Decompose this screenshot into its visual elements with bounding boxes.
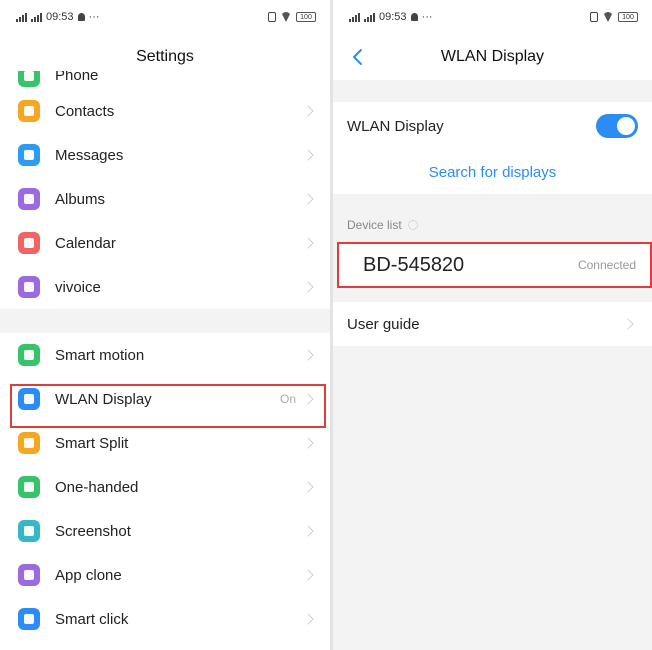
toggle-label: WLAN Display [347,117,444,135]
vibrate-icon [590,12,598,22]
wlan-display-screen: 09:53 ··· 100 WLAN Display WLAN Display … [333,0,652,650]
list-item-calendar[interactable]: Calendar [0,221,330,265]
chevron-right-icon [302,569,314,581]
notification-icon [77,13,85,21]
wifi-icon [281,12,291,22]
device-list-label: Device list [347,218,402,232]
chevron-right-icon [302,393,314,405]
loading-spinner-icon [407,220,418,230]
chevron-right-icon [302,281,314,293]
list-item-label: Smart click [55,610,129,628]
phone-icon [18,71,40,87]
list-item-label: Phone [55,71,99,84]
status-time: 09:53 [379,11,407,23]
chevron-right-icon [302,437,314,449]
signal-icon [31,12,42,22]
battery-icon: 100 [618,12,638,22]
status-bar: 09:53 ··· 100 [0,0,330,34]
device-status: Connected [577,258,636,272]
screenshot-icon [18,520,40,542]
wlan-display-icon [18,388,40,410]
list-item-screenshot[interactable]: Screenshot [0,509,330,553]
list-item-label: Calendar [55,234,116,252]
chevron-right-icon [302,525,314,537]
more-notifications-icon: ··· [88,11,100,23]
search-displays-link[interactable]: Search for displays [429,164,557,181]
list-item-label: Contacts [55,102,115,120]
calendar-icon [18,232,40,254]
page-title: Settings [136,48,194,65]
list-item-contacts[interactable]: Contacts [0,89,330,133]
app-clone-icon [18,564,40,586]
messages-icon [18,144,40,166]
vibrate-icon [268,12,276,22]
list-item-phone[interactable]: Phone [0,71,330,89]
status-time: 09:53 [46,11,74,23]
list-item-label: Screenshot [55,522,131,540]
chevron-right-icon [622,318,634,330]
section-gap [0,309,330,333]
list-item-label: One-handed [55,478,139,496]
back-button[interactable] [345,45,369,69]
device-list-header: Device list [333,214,652,236]
status-bar: 09:53 ··· 100 [333,0,652,34]
list-item-one-handed[interactable]: One-handed [0,465,330,509]
one-handed-icon [18,476,40,498]
page-title: WLAN Display [440,48,545,65]
user-guide-label: User guide [347,315,420,333]
chevron-right-icon [302,613,314,625]
chevron-right-icon [302,105,314,117]
list-item-label: Messages [55,146,124,164]
smart-motion-icon [18,344,40,366]
smart-split-icon [18,432,40,454]
chevron-right-icon [302,237,314,249]
list-item-label: Albums [55,190,106,208]
list-item-label: WLAN Display [55,390,152,408]
wlan-display-toggle[interactable] [596,114,638,138]
signal-icon [349,12,360,22]
list-item-vivoice[interactable]: vivoice [0,265,330,309]
battery-icon: 100 [296,12,316,22]
list-item-smart-motion[interactable]: Smart motion [0,333,330,377]
device-name: BD-545820 [363,253,465,276]
list-item-albums[interactable]: Albums [0,177,330,221]
chevron-left-icon [353,49,362,65]
wlan-display-toggle-row[interactable]: WLAN Display [333,102,652,150]
user-guide-row[interactable]: User guide [333,302,652,346]
list-item-label: Smart Split [55,434,129,452]
chevron-right-icon [302,349,314,361]
signal-icon [364,12,375,22]
list-item-app-clone[interactable]: App clone [0,553,330,597]
settings-screen: 09:53 ··· 100 Settings Phone Contacts Mes… [0,0,330,650]
contacts-icon [18,100,40,122]
wifi-icon [603,12,613,22]
chevron-right-icon [302,481,314,493]
smart-click-icon [18,608,40,630]
albums-icon [18,188,40,210]
search-displays-row[interactable]: Search for displays [333,150,652,194]
list-item-wlan-display[interactable]: WLAN Display On [0,377,330,421]
list-item-label: vivoice [55,278,101,296]
more-notifications-icon: ··· [421,11,433,23]
list-item-messages[interactable]: Messages [0,133,330,177]
signal-icon [16,12,27,22]
settings-list: Phone Contacts Messages Albums Calendar vivo… [0,71,330,641]
status-value: On [279,392,296,406]
device-item[interactable]: BD-545820 Connected [337,242,652,288]
page-title-bar: WLAN Display [333,34,652,80]
mic-icon [18,276,40,298]
list-item-label: App clone [55,566,122,584]
notification-icon [410,13,418,21]
list-item-smart-click[interactable]: Smart click [0,597,330,641]
list-item-smart-split[interactable]: Smart Split [0,421,330,465]
chevron-right-icon [302,193,314,205]
list-item-label: Smart motion [55,346,145,364]
chevron-right-icon [302,149,314,161]
